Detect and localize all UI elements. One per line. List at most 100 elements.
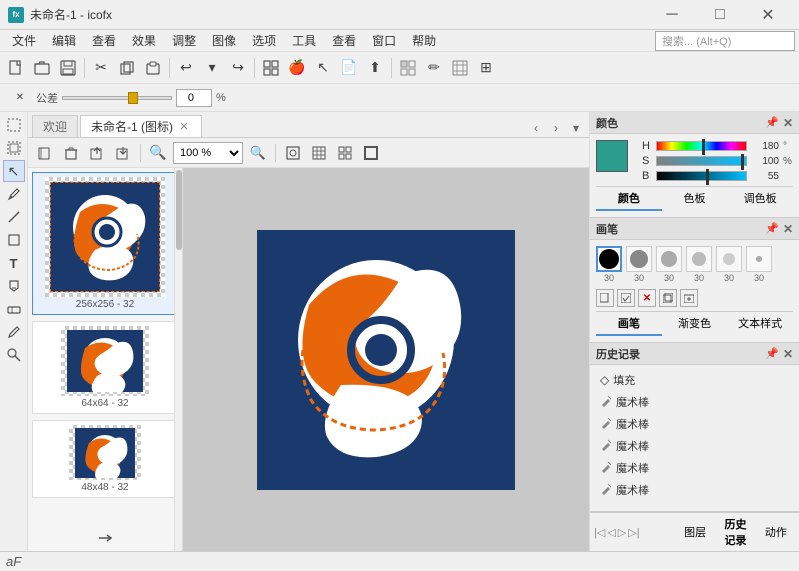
menu-help[interactable]: 帮助 (404, 30, 444, 52)
menu-adjust[interactable]: 调整 (164, 30, 204, 52)
history-item-1[interactable]: 魔术棒 (596, 391, 793, 413)
magic-tool[interactable] (3, 137, 25, 159)
menu-tools[interactable]: 工具 (284, 30, 324, 52)
export-btn[interactable] (86, 142, 108, 164)
line-tool[interactable] (3, 206, 25, 228)
redo-btn[interactable]: ↪ (226, 56, 250, 80)
fitview-btn[interactable] (282, 142, 304, 164)
color-tab-swatches[interactable]: 色板 (662, 187, 728, 211)
brush-save[interactable] (617, 289, 635, 307)
footer-layers[interactable]: 图层 (676, 521, 714, 543)
s-slider[interactable] (656, 156, 747, 166)
thumb-256[interactable]: 256x256 - 32 (32, 172, 178, 315)
cut-btn[interactable]: ✂ (89, 56, 113, 80)
brush-sample-1[interactable] (626, 246, 652, 272)
brush-tab-textstyle[interactable]: 文本样式 (727, 312, 793, 336)
b-slider[interactable] (656, 171, 747, 181)
history-item-4[interactable]: 魔术棒 (596, 457, 793, 479)
history-last[interactable]: ▷| (628, 526, 639, 539)
menu-view[interactable]: 查看 (84, 30, 124, 52)
brush-tool[interactable] (3, 321, 25, 343)
view-grid[interactable] (259, 56, 283, 80)
brush-copy[interactable] (659, 289, 677, 307)
history-item-5[interactable]: 魔术棒 (596, 479, 793, 501)
border-btn[interactable] (360, 142, 382, 164)
menu-image[interactable]: 图像 (204, 30, 244, 52)
color-panel-close[interactable]: ✕ (783, 116, 793, 130)
import-icon-btn[interactable] (112, 142, 134, 164)
tab-close-btn[interactable]: ✕ (177, 120, 191, 134)
extract-btn[interactable]: ⊞ (474, 56, 498, 80)
menu-view2[interactable]: 查看 (324, 30, 364, 52)
color-tab-color[interactable]: 颜色 (596, 187, 662, 211)
tab-list[interactable]: ▾ (567, 119, 585, 137)
brush-tab-brush[interactable]: 画笔 (596, 312, 662, 336)
pin-icon[interactable]: 📌 (765, 116, 779, 129)
shape-tool[interactable] (3, 229, 25, 251)
zoom-select[interactable]: 100 % 50 % 200 % 400 % (173, 142, 243, 164)
menu-edit[interactable]: 编辑 (44, 30, 84, 52)
tab-prev[interactable]: ‹ (527, 119, 545, 137)
thumb-64[interactable]: 64x64 - 32 (32, 321, 178, 414)
history-next[interactable]: ▷ (618, 526, 626, 539)
menu-window[interactable]: 窗口 (364, 30, 404, 52)
text-tool[interactable]: T (3, 252, 25, 274)
pen-tool[interactable] (3, 183, 25, 205)
brush-sample-0[interactable] (596, 246, 622, 272)
history-pin-icon[interactable]: 📌 (765, 347, 779, 360)
slider-thumb[interactable] (128, 92, 138, 104)
brush-pin-icon[interactable]: 📌 (765, 222, 779, 235)
tolerance-value[interactable] (176, 89, 212, 107)
tab-welcome[interactable]: 欢迎 (32, 115, 78, 137)
brush-sample-2[interactable] (656, 246, 682, 272)
history-first[interactable]: |◁ (594, 526, 605, 539)
tab-next[interactable]: › (547, 119, 565, 137)
new-layer-btn[interactable] (34, 142, 56, 164)
tolerance-slider[interactable] (62, 96, 172, 100)
fill-tool[interactable] (3, 275, 25, 297)
brush-tab-gradient[interactable]: 渐变色 (662, 312, 728, 336)
menu-file[interactable]: 文件 (4, 30, 44, 52)
history-panel-close[interactable]: ✕ (783, 347, 793, 361)
maximize-button[interactable]: □ (697, 0, 743, 30)
select-tool[interactable] (3, 114, 25, 136)
color-tab-palette[interactable]: 调色板 (727, 187, 793, 211)
undo-btn[interactable]: ↩ (174, 56, 198, 80)
brush-sample-3[interactable] (686, 246, 712, 272)
copy-btn[interactable] (115, 56, 139, 80)
save-btn[interactable] (56, 56, 80, 80)
pixel-grid-btn[interactable] (334, 142, 356, 164)
h-slider[interactable] (656, 141, 747, 151)
menu-options[interactable]: 选项 (244, 30, 284, 52)
eraser-tool[interactable] (3, 298, 25, 320)
close-button[interactable]: ✕ (745, 0, 791, 30)
tab-icon[interactable]: 未命名-1 (图标) ✕ (80, 115, 202, 137)
open-btn[interactable] (30, 56, 54, 80)
color-preview[interactable] (596, 140, 628, 172)
zoom-in-btn[interactable]: 🔍 (247, 142, 269, 164)
delete-btn[interactable] (60, 142, 82, 164)
thumb-48[interactable]: 48x48 - 32 (32, 420, 178, 498)
view-btn2[interactable]: ✏ (422, 56, 446, 80)
thumb-scrollbar[interactable] (174, 168, 182, 551)
view-btn1[interactable] (396, 56, 420, 80)
brush-sample-4[interactable] (716, 246, 742, 272)
import-btn[interactable]: ⬆ (363, 56, 387, 80)
main-canvas[interactable] (257, 230, 515, 490)
thumb-bottom-icon[interactable] (97, 530, 113, 549)
brush-sample-5[interactable] (746, 246, 772, 272)
history-item-3[interactable]: 魔术棒 (596, 435, 793, 457)
apple-btn[interactable]: 🍎 (285, 56, 309, 80)
cursor-btn[interactable]: ↖ (311, 56, 335, 80)
history-item-0[interactable]: ◇ 填充 (596, 369, 793, 391)
footer-actions[interactable]: 动作 (757, 521, 795, 543)
zoom-tool[interactable] (3, 344, 25, 366)
brush-paste[interactable] (680, 289, 698, 307)
new-btn[interactable] (4, 56, 28, 80)
doc-btn[interactable]: 📄 (337, 56, 361, 80)
brush-new[interactable] (596, 289, 614, 307)
brush-panel-close[interactable]: ✕ (783, 222, 793, 236)
close-tolerance[interactable]: ✕ (8, 86, 32, 110)
undo-arrow[interactable]: ▾ (200, 56, 224, 80)
grid-btn[interactable] (308, 142, 330, 164)
